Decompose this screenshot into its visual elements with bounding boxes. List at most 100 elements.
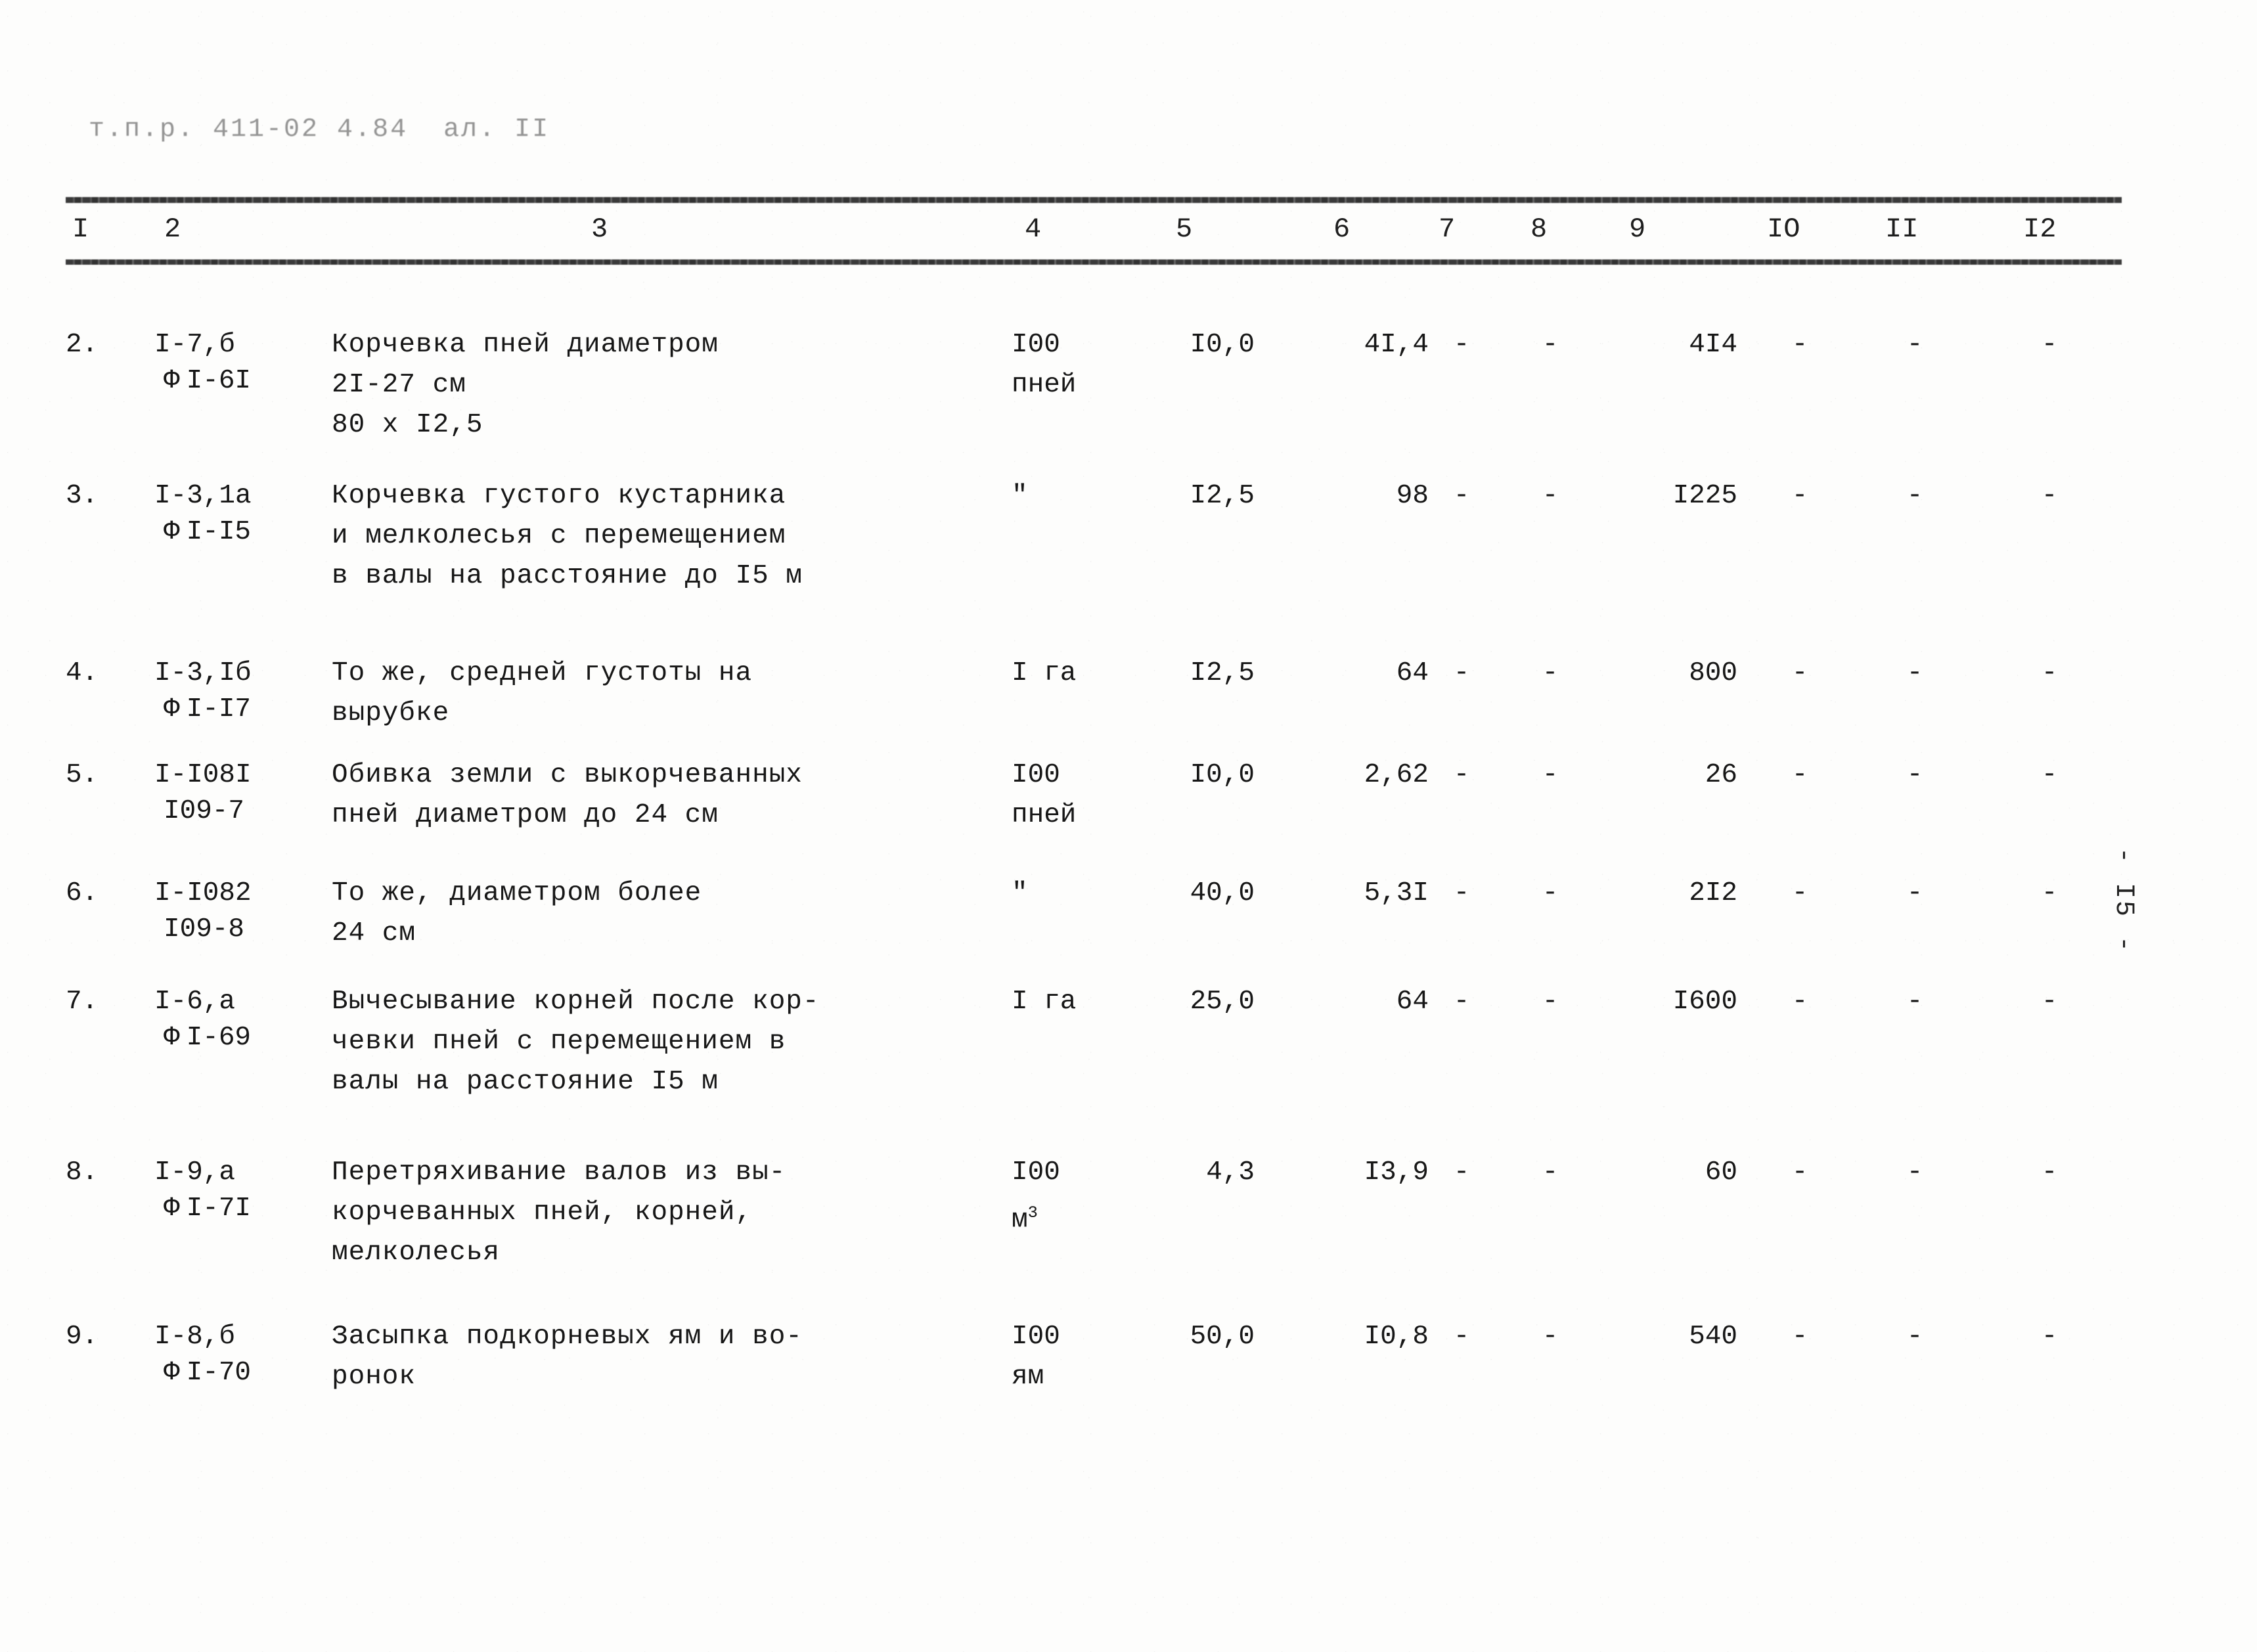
row-col10: -: [1791, 1322, 1808, 1352]
description-line: Засыпка подкорневых ям и во-: [332, 1322, 803, 1352]
column-number-6: 6: [1333, 213, 1351, 245]
row-col7: -: [1453, 658, 1470, 688]
unit-line: пней: [1012, 370, 1077, 400]
row-col11: -: [1906, 987, 1923, 1017]
table-top-rule: [66, 197, 2122, 203]
unit-line: I га: [1012, 658, 1077, 688]
scanned-page: т.п.р. 411-02 4.84 ал. II I 2 3 4 5 6 7 8 9 IO II I…: [0, 0, 2257, 1652]
description-line: корчеванных пней, корней,: [332, 1197, 753, 1228]
row-col11: -: [1906, 330, 1923, 360]
row-col9: 60: [1705, 1157, 1737, 1188]
row-col10: -: [1791, 658, 1808, 688]
row-code-main: I-I08I: [154, 760, 252, 790]
row-col9: 540: [1689, 1322, 1737, 1352]
row-code-main: I-9,а: [154, 1157, 236, 1188]
row-col8: -: [1542, 760, 1559, 790]
row-unit: ": [1012, 476, 1143, 516]
description-line: валы на расстояние I5 м: [332, 1067, 719, 1097]
row-code: I-I08I I09-7: [154, 755, 325, 832]
description-line: пней диаметром до 24 см: [332, 800, 719, 830]
description-line: Обивка земли с выкорчеванных: [332, 760, 803, 790]
row-col11: -: [1906, 658, 1923, 688]
description-line: ронок: [332, 1362, 416, 1392]
unit-line: ям: [1012, 1362, 1044, 1392]
row-col8: -: [1542, 878, 1559, 908]
row-description: Перетряхивание валов из вы-корчеванных п…: [332, 1153, 982, 1273]
column-number-10: IO: [1767, 213, 1800, 245]
row-code-alt: I09-8: [164, 914, 245, 945]
row-number: 6.: [66, 878, 99, 908]
row-description: Корчевка пней диаметром 2I-27 см 80 х I2,5: [332, 325, 982, 445]
row-code: I-7,б Ф I-6I: [154, 325, 325, 401]
row-col9: 2I2: [1689, 878, 1737, 908]
unit-line: I00: [1012, 760, 1060, 790]
unit-line: ": [1012, 481, 1028, 511]
row-col7: -: [1453, 481, 1470, 511]
row-col12: -: [2041, 330, 2058, 360]
row-code-main: I-3,1а: [154, 481, 252, 511]
row-col12: -: [2041, 658, 2058, 688]
row-quantity: I0,0: [1190, 760, 1255, 790]
row-col12: -: [2041, 987, 2058, 1017]
column-number-7: 7: [1439, 213, 1456, 245]
row-code-alt: Ф I-69: [164, 1023, 252, 1053]
row-code-main: I-7,б: [154, 330, 236, 360]
row-col9: I225: [1672, 481, 1737, 511]
row-col11: -: [1906, 760, 1923, 790]
description-line: и мелколесья с перемещением: [332, 521, 786, 551]
column-number-5: 5: [1176, 213, 1193, 245]
row-col11: -: [1906, 878, 1923, 908]
description-line: Перетряхивание валов из вы-: [332, 1157, 786, 1188]
row-col10: -: [1791, 1157, 1808, 1188]
row-unit: I00 пней: [1012, 325, 1143, 405]
column-number-12: I2: [2023, 213, 2057, 245]
row-col6: 64: [1396, 658, 1429, 688]
description-line: 2I-27 см: [332, 370, 466, 400]
row-col6: 5,3I: [1364, 878, 1429, 908]
row-code-alt: Ф I-6I: [164, 366, 252, 396]
row-col7: -: [1453, 878, 1470, 908]
row-col11: -: [1906, 1157, 1923, 1188]
row-col12: -: [2041, 878, 2058, 908]
description-line: Вычесывание корней после кор-: [332, 987, 820, 1017]
row-col12: -: [2041, 1157, 2058, 1188]
row-number: 7.: [66, 987, 99, 1017]
row-col12: -: [2041, 481, 2058, 511]
row-col7: -: [1453, 330, 1470, 360]
row-description: Корчевка густого кустарника и мелколесья …: [332, 476, 982, 596]
description-line: 80 х I2,5: [332, 410, 483, 440]
row-col10: -: [1791, 481, 1808, 511]
row-col9: 26: [1705, 760, 1737, 790]
description-line: То же, средней густоты на: [332, 658, 753, 688]
code-f-marker-icon: Ф: [164, 517, 180, 547]
unit-line: I га: [1012, 987, 1077, 1017]
column-number-8: 8: [1531, 213, 1548, 245]
row-quantity: 50,0: [1190, 1322, 1255, 1352]
row-col6: 64: [1396, 987, 1429, 1017]
row-quantity: 40,0: [1190, 878, 1255, 908]
row-number: 8.: [66, 1157, 99, 1188]
row-description: То же, диаметром более 24 см: [332, 874, 982, 954]
description-line: мелколесья: [332, 1238, 501, 1268]
row-code: I-I082 I09-8: [154, 874, 325, 950]
code-f-marker-icon: Ф: [164, 1194, 180, 1224]
unit-line: ": [1012, 878, 1028, 908]
code-f-marker-icon: Ф: [164, 366, 180, 396]
row-col7: -: [1453, 760, 1470, 790]
description-line: вырубке: [332, 698, 450, 728]
description-line: 24 см: [332, 918, 416, 949]
row-code-main: I-I082: [154, 878, 252, 908]
column-number-3: 3: [591, 213, 608, 245]
row-code: I-6,а Ф I-69: [154, 982, 325, 1058]
document-code-header: т.п.р. 411-02 4.84 ал. II: [89, 115, 550, 145]
row-col8: -: [1542, 1322, 1559, 1352]
unit-line: I00: [1012, 1322, 1060, 1352]
row-code-alt: Ф I-7I: [164, 1194, 252, 1224]
row-col10: -: [1791, 760, 1808, 790]
unit-line: пней: [1012, 800, 1077, 830]
row-code: I-3,Iб Ф I-I7: [154, 654, 325, 730]
row-code-alt: Ф I-70: [164, 1358, 252, 1388]
row-description: Обивка земли с выкорчеванных пней диаметр…: [332, 755, 982, 836]
page-number-marker: - I5 -: [2109, 847, 2138, 954]
row-col12: -: [2041, 760, 2058, 790]
